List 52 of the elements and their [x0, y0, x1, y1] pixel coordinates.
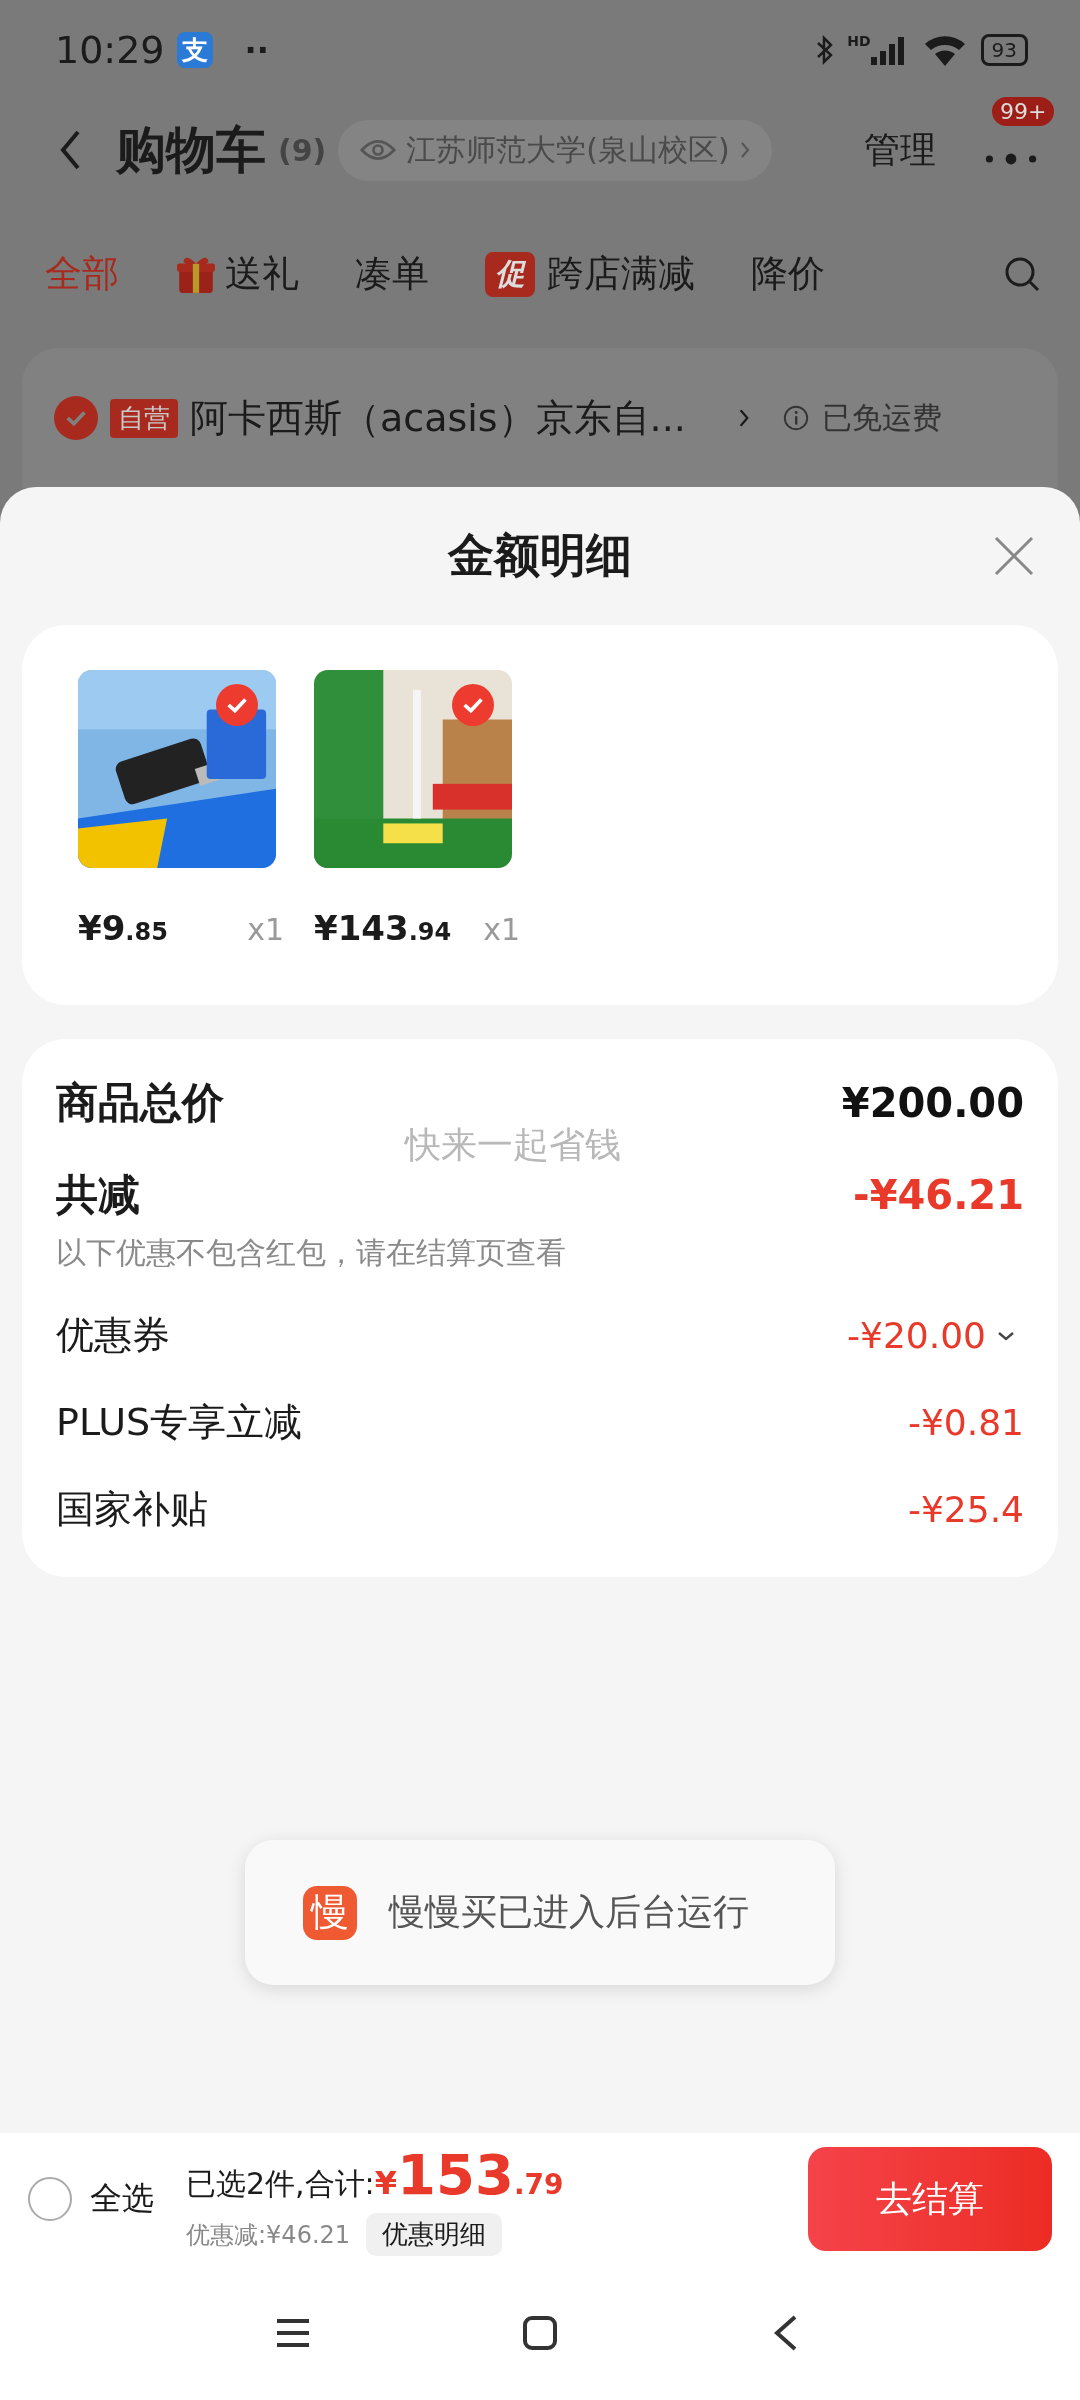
summary-label: 优惠券: [56, 1312, 171, 1359]
filter-tab[interactable]: 凑单: [355, 249, 429, 299]
summary-value: -¥25.4: [907, 1489, 1024, 1530]
chevron-icon: [739, 141, 750, 159]
summary-value: -¥46.21: [853, 1172, 1024, 1218]
chevron-down-icon[interactable]: [996, 1329, 1016, 1342]
filter-tab[interactable]: 送礼: [175, 249, 299, 299]
overlay-text: 快来一起省钱: [405, 1123, 621, 1167]
self-operated-tag: 自营: [110, 398, 178, 438]
close-icon[interactable]: [992, 534, 1036, 578]
notification-dots: ··: [244, 31, 269, 69]
promo-badge: 促: [485, 251, 535, 297]
summary-label: PLUS专享立减: [56, 1399, 304, 1446]
item-quantity: x1: [247, 912, 284, 947]
summary-label: 国家补贴: [56, 1486, 209, 1533]
network-label: HD: [847, 33, 871, 49]
select-all-checkbox[interactable]: [28, 2177, 72, 2221]
info-icon: [781, 404, 810, 432]
checkout-button[interactable]: 去结算: [808, 2147, 1052, 2251]
location-chip[interactable]: 江苏师范大学(泉山校区): [338, 119, 772, 181]
app-icon: 支: [176, 32, 213, 68]
filter-tab[interactable]: 促 跨店满减: [485, 249, 695, 299]
item-price: ¥9.85: [78, 908, 168, 948]
more-icon[interactable]: [984, 151, 1038, 167]
toast-text: 慢慢买已进入后台运行: [389, 1890, 749, 1934]
details-button[interactable]: 优惠明细: [366, 2213, 503, 2256]
summary-value: -¥0.81: [907, 1402, 1024, 1443]
shop-checkbox[interactable]: [54, 396, 98, 440]
shipping-note: 已免运费: [821, 398, 942, 437]
filter-tab[interactable]: 降价: [751, 249, 825, 299]
summary-label: 商品总价: [56, 1077, 225, 1129]
page-title: 购物车: [116, 119, 266, 181]
discount-text: 优惠减:¥46.21: [186, 2219, 351, 2251]
summary-value: -¥20.00: [847, 1315, 986, 1356]
manage-button[interactable]: 管理: [864, 125, 936, 175]
summary-label: 共减: [56, 1169, 141, 1221]
item-price: ¥143.94: [314, 908, 452, 948]
eye-icon: [360, 138, 397, 162]
chevron-icon: [737, 408, 750, 428]
select-all-label[interactable]: 全选: [90, 2177, 154, 2221]
app-icon: 慢: [303, 1885, 357, 1940]
location-text: 江苏师范大学(泉山校区): [406, 130, 730, 169]
summary-note: 以下优惠不包含红包，请在结算页查看: [56, 1234, 567, 1272]
status-time: 10:29: [55, 28, 165, 72]
total-price: ¥153.79: [374, 2142, 564, 2207]
selected-summary: 已选2件,合计:: [186, 2165, 375, 2203]
item-quantity: x1: [483, 912, 520, 947]
summary-value: ¥200.00: [841, 1080, 1024, 1126]
count-badge: 99+: [992, 97, 1055, 126]
battery-icon: 93: [980, 34, 1028, 66]
shop-name[interactable]: 阿卡西斯（acasis）京东自...: [190, 392, 686, 444]
sheet-title: 金额明细: [448, 527, 632, 584]
